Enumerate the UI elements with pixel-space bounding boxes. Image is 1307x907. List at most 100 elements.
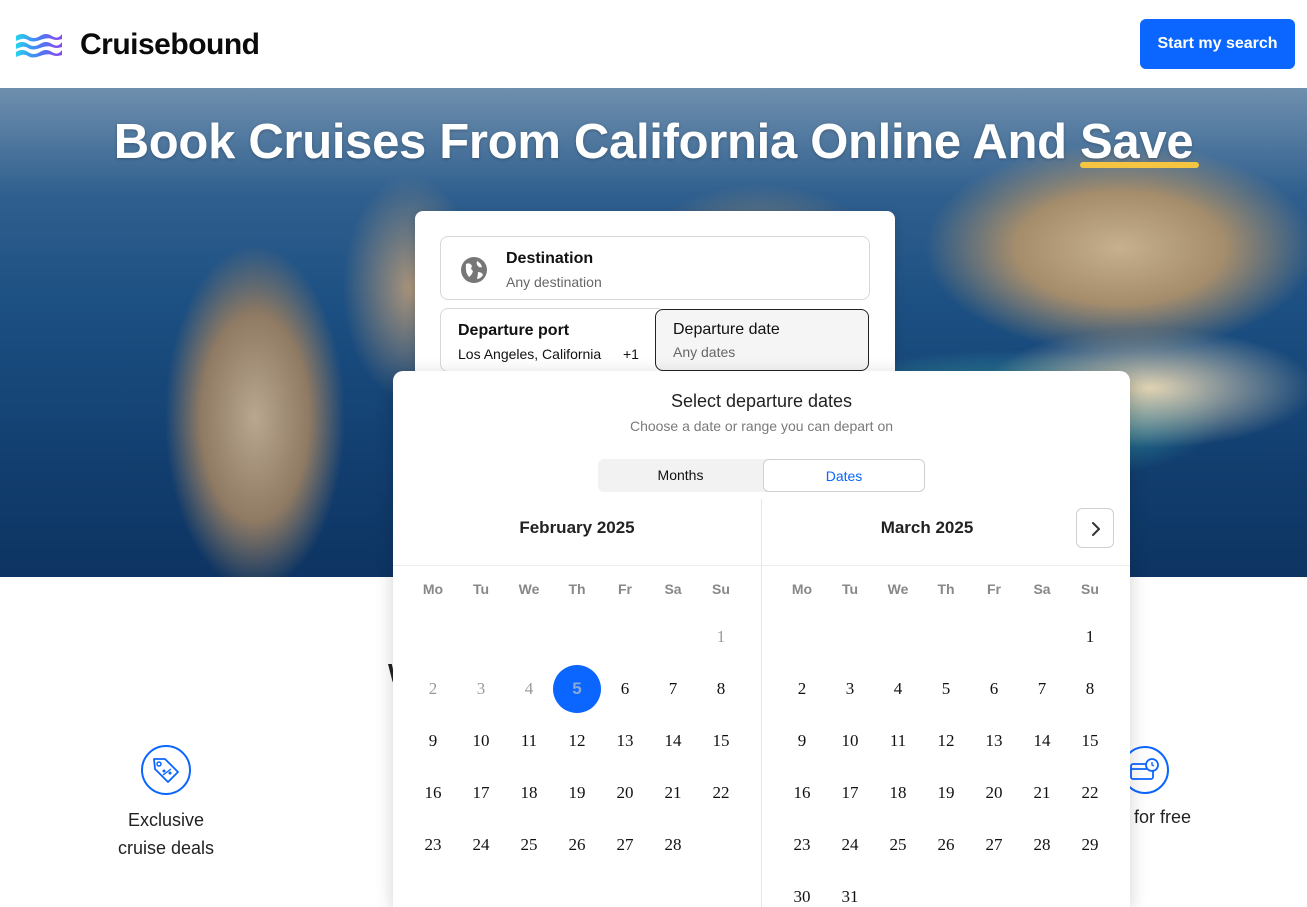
calendar-week-row: 2345678 xyxy=(409,663,745,715)
feature-exclusive-deals-text: Exclusive cruise deals xyxy=(95,806,237,862)
calendar-day[interactable]: 12 xyxy=(553,717,601,765)
globe-icon xyxy=(461,257,487,283)
calendar-day[interactable]: 20 xyxy=(601,769,649,817)
month-title-february: February 2025 xyxy=(519,518,635,537)
departure-date-field[interactable]: Departure date Any dates xyxy=(655,309,869,371)
next-month-button[interactable] xyxy=(1076,508,1114,548)
calendar-day[interactable]: 22 xyxy=(697,769,745,817)
calendar-day[interactable]: 26 xyxy=(922,821,970,869)
calendar-day[interactable]: 8 xyxy=(1066,665,1114,713)
weekday-label: We xyxy=(518,581,540,597)
calendar-day[interactable]: 16 xyxy=(778,769,826,817)
calendar-day[interactable]: 6 xyxy=(601,665,649,713)
calendar-day[interactable]: 18 xyxy=(874,769,922,817)
calendar-day[interactable]: 21 xyxy=(649,769,697,817)
calendar-day[interactable]: 1 xyxy=(1066,613,1114,661)
calendar-day[interactable]: 12 xyxy=(922,717,970,765)
calendar-day[interactable]: 9 xyxy=(409,717,457,765)
months-dates-toggle: Months Dates xyxy=(598,459,925,492)
calendar-day[interactable]: 18 xyxy=(505,769,553,817)
departure-port-field[interactable]: Departure port Los Angeles, California +… xyxy=(440,308,660,372)
feature-free-text: for free xyxy=(1134,807,1192,827)
brand-name: Cruisebound xyxy=(80,28,260,61)
tab-dates[interactable]: Dates xyxy=(763,459,925,492)
destination-field[interactable]: Destination Any destination xyxy=(440,236,870,300)
calendar-day[interactable]: 26 xyxy=(553,821,601,869)
brand-logo[interactable]: Cruisebound xyxy=(14,28,260,62)
calendar-day[interactable]: 8 xyxy=(697,665,745,713)
calendar-day[interactable]: 27 xyxy=(970,821,1018,869)
calendar-day[interactable]: 13 xyxy=(601,717,649,765)
weekday-label: Tu xyxy=(841,581,859,597)
calendar-day[interactable]: 25 xyxy=(874,821,922,869)
tab-months[interactable]: Months xyxy=(598,459,763,492)
hero-title-highlight: Save xyxy=(1080,115,1200,169)
calendar-day[interactable]: 7 xyxy=(649,665,697,713)
calendar-day[interactable]: 16 xyxy=(409,769,457,817)
calendar-day-disabled: 4 xyxy=(524,679,534,698)
search-card: Destination Any destination Departure po… xyxy=(415,211,895,391)
calendar-day[interactable]: 13 xyxy=(970,717,1018,765)
calendar-day[interactable]: 17 xyxy=(826,769,874,817)
calendar-day[interactable]: 19 xyxy=(553,769,601,817)
calendar-day[interactable]: 23 xyxy=(409,821,457,869)
weekday-label: Fr xyxy=(618,581,632,597)
calendar-week-row: 9 10 11 12 13 14 15 xyxy=(409,715,745,767)
calendar-day[interactable]: 28 xyxy=(649,821,697,869)
calendar-day[interactable]: 14 xyxy=(649,717,697,765)
calendar-day[interactable]: 15 xyxy=(697,717,745,765)
calendar-day[interactable]: 19 xyxy=(922,769,970,817)
calendar-day[interactable]: 10 xyxy=(826,717,874,765)
calendar-day[interactable]: 4 xyxy=(874,665,922,713)
calendar-day[interactable]: 24 xyxy=(826,821,874,869)
hero-title-main: Book Cruises From California Online And xyxy=(113,115,1081,169)
departure-port-extra-count: +1 xyxy=(623,346,639,362)
calendar-day[interactable]: 10 xyxy=(457,717,505,765)
destination-value: Any destination xyxy=(506,274,602,290)
weekday-label: We xyxy=(887,581,909,597)
calendar-day[interactable]: 6 xyxy=(970,665,1018,713)
feature-line-2: cruise deals xyxy=(117,838,215,858)
calendar-day[interactable]: 24 xyxy=(457,821,505,869)
calendar-day[interactable]: 3 xyxy=(826,665,874,713)
calendar-day[interactable]: 14 xyxy=(1018,717,1066,765)
start-search-button[interactable]: Start my search xyxy=(1140,19,1295,69)
calendar-day[interactable]: 27 xyxy=(601,821,649,869)
calendar-day[interactable]: 7 xyxy=(1018,665,1066,713)
calendar-day[interactable]: 31 xyxy=(826,873,874,907)
price-tag-icon xyxy=(141,745,191,795)
calendar-day[interactable]: 17 xyxy=(457,769,505,817)
calendar-day[interactable]: 2 xyxy=(778,665,826,713)
weekday-label: Sa xyxy=(1033,581,1051,597)
calendar-week-row: 2345678 xyxy=(778,663,1114,715)
calendar-day[interactable]: 5 xyxy=(922,665,970,713)
calendar-day[interactable]: 15 xyxy=(1066,717,1114,765)
calendar-day[interactable]: 22 xyxy=(1066,769,1114,817)
calendar-day[interactable]: 11 xyxy=(874,717,922,765)
calendar-day[interactable]: 23 xyxy=(778,821,826,869)
calendar-day[interactable]: 21 xyxy=(1018,769,1066,817)
calendar-day[interactable]: 30 xyxy=(778,873,826,907)
weekday-header-row: Mo Tu We Th Fr Sa Su xyxy=(409,567,745,611)
calendar-day-disabled: 1 xyxy=(716,627,726,646)
calendar-day[interactable]: 29 xyxy=(1066,821,1114,869)
chevron-right-icon xyxy=(1092,522,1100,536)
date-picker-panel: Select departure dates Choose a date or … xyxy=(393,371,1130,907)
weekday-label: Th xyxy=(937,581,955,597)
calendar-week-row: 23 24 25 26 27 28 29 xyxy=(778,819,1114,871)
weekday-label: Th xyxy=(568,581,586,597)
calendar-day[interactable]: 20 xyxy=(970,769,1018,817)
calendar-day[interactable]: 11 xyxy=(505,717,553,765)
calendar-day-disabled: 3 xyxy=(476,679,486,698)
calendar-day[interactable]: 9 xyxy=(778,717,826,765)
weekday-label: Tu xyxy=(472,581,490,597)
calendar-march: Mo Tu We Th Fr Sa Su 1 2 3 4 5 6 7 8 9 10 11 12 13 14 15 16 17 1… xyxy=(778,567,1114,907)
weekday-label: Su xyxy=(712,581,730,597)
calendar-day[interactable]: 28 xyxy=(1018,821,1066,869)
feature-exclusive-deals: Exclusive cruise deals xyxy=(95,744,237,862)
destination-label: Destination xyxy=(506,250,594,267)
header-divider xyxy=(393,565,1130,566)
calendar-day-selected[interactable]: 5 xyxy=(553,665,601,713)
weekday-label: Fr xyxy=(987,581,1001,597)
calendar-day[interactable]: 25 xyxy=(505,821,553,869)
